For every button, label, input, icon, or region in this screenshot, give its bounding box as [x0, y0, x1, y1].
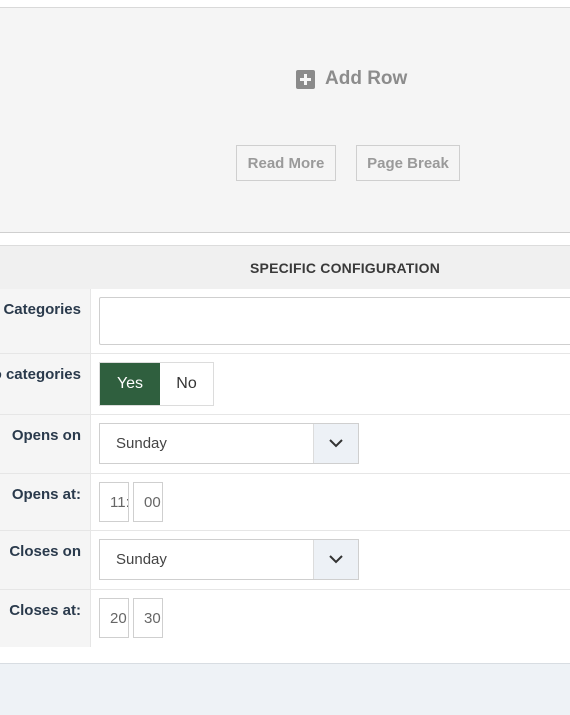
chevron-down-icon[interactable]: [313, 540, 358, 579]
opens-minute-input[interactable]: 00: [133, 482, 163, 522]
add-row-label: Add Row: [325, 68, 408, 89]
opens-hour-input[interactable]: 11:: [99, 482, 129, 522]
closes-at-row: Closes at: 20: 30: [0, 590, 570, 647]
yes-no-toggle[interactable]: Yes No: [99, 362, 214, 406]
opens-on-select[interactable]: Sunday: [99, 423, 359, 464]
page-break-button[interactable]: Page Break: [356, 145, 460, 181]
opens-at-label: Opens at:: [11, 486, 81, 503]
plus-square-icon: [296, 69, 315, 89]
opens-at-row: Opens at: 11: 00: [0, 474, 570, 531]
read-more-button[interactable]: Read More: [236, 145, 336, 181]
closes-at-label: Closes at:: [9, 602, 81, 619]
closes-hour-input[interactable]: 20:: [99, 598, 129, 638]
toggle-yes-button[interactable]: Yes: [100, 363, 160, 405]
closes-minute-input[interactable]: 30: [133, 598, 163, 638]
categories-label: Categories: [3, 301, 81, 318]
chevron-down-icon[interactable]: [313, 424, 358, 463]
section-title: SPECIFIC CONFIGURATION: [250, 260, 441, 276]
closes-on-value: Sunday: [116, 551, 167, 568]
opens-on-row: Opens on Sunday: [0, 415, 570, 474]
subcategories-row: o categories Yes No: [0, 354, 570, 415]
opens-on-label: Opens on: [11, 427, 81, 444]
toggle-no-button[interactable]: No: [160, 363, 213, 405]
categories-row: Categories: [0, 289, 570, 354]
opens-on-value: Sunday: [116, 435, 167, 452]
add-row-button[interactable]: Add Row: [296, 67, 407, 91]
editor-area: Add Row Read More Page Break: [0, 7, 570, 233]
closes-on-label: Closes on: [9, 543, 81, 560]
closes-on-select[interactable]: Sunday: [99, 539, 359, 580]
section-header: SPECIFIC CONFIGURATION: [0, 245, 570, 289]
subcategories-label: o categories: [0, 366, 81, 383]
categories-input[interactable]: [99, 297, 570, 345]
footer-bar: [0, 663, 570, 715]
closes-on-row: Closes on Sunday: [0, 531, 570, 590]
